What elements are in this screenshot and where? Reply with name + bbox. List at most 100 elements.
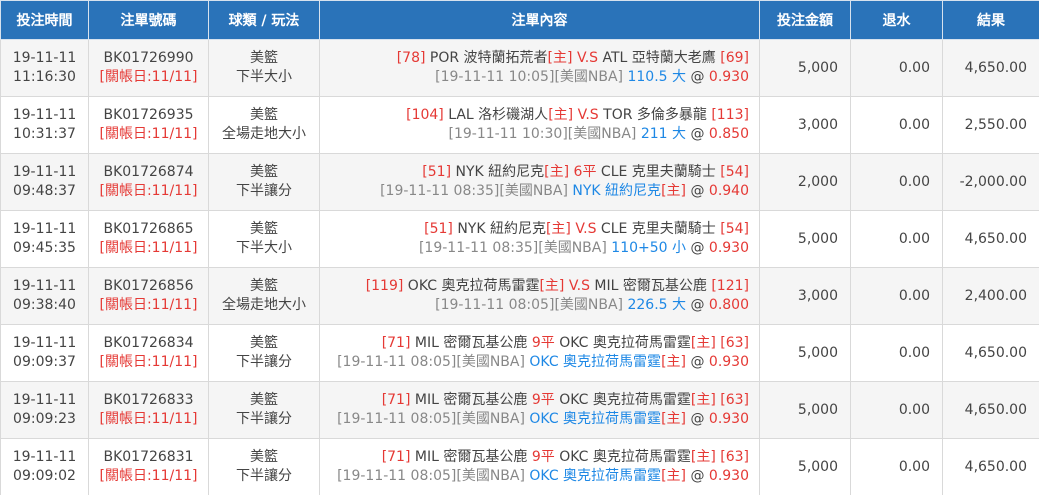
bet-odds: 0.930 <box>708 240 749 256</box>
bet-type: 下半大小 <box>236 240 292 256</box>
sport-type-cell: 美籃 全場走地大小 <box>208 96 320 154</box>
ticket-number: BK01726990 <box>103 50 194 66</box>
home-rotation-number: [71] <box>381 335 411 351</box>
pick-home-marker: [主] <box>661 411 686 427</box>
away-rotation-number: [63] <box>720 449 749 465</box>
bet-type: 全場走地大小 <box>222 126 306 142</box>
bet-content-cell: [104] LAL 洛杉磯湖人[主] V.S TOR 多倫多暴龍 [113] [… <box>319 96 760 154</box>
bet-clock-time: 09:09:23 <box>13 411 76 427</box>
bet-content-cell: [71] MIL 密爾瓦基公鹿 9平 OKC 奧克拉荷馬雷霆[主] [63] [… <box>319 381 760 439</box>
ticket-cell: BK01726833 [關帳日:11/11] <box>88 381 209 439</box>
team-home: MIL 密爾瓦基公鹿 <box>414 335 528 351</box>
bet-time-cell: 19-11-11 09:48:37 <box>0 153 89 211</box>
ticket-cell: BK01726834 [關帳日:11/11] <box>88 324 209 382</box>
home-rotation-number: [78] <box>396 50 426 66</box>
bet-odds: 0.800 <box>708 297 749 313</box>
team-home: MIL 密爾瓦基公鹿 <box>414 449 528 465</box>
table-body: 19-11-11 11:16:30 BK01726990 [關帳日:11/11]… <box>0 39 1039 495</box>
bet-pick: NYK 紐約尼克 <box>572 183 662 199</box>
settle-date: [關帳日:11/11] <box>99 411 198 427</box>
home-marker: [主] <box>690 449 716 465</box>
home-marker: [主] <box>548 107 574 123</box>
ticket-number: BK01726935 <box>103 107 194 123</box>
bet-odds: 0.930 <box>708 354 749 370</box>
sport-name: 美籃 <box>250 449 278 465</box>
result-value: -2,000.00 <box>942 153 1039 211</box>
versus-handicap: V.S <box>568 278 590 294</box>
ticket-number: BK01726856 <box>103 278 194 294</box>
result-value: 4,650.00 <box>942 381 1039 439</box>
pick-line: [19-11-11 08:05][美國NBA] OKC 奧克拉荷馬雷霆[主] @… <box>320 353 749 372</box>
bet-odds: 0.850 <box>708 126 749 142</box>
at-sign: @ <box>690 183 705 199</box>
team-home: POR 波特蘭拓荒者 <box>429 50 548 66</box>
sport-name: 美籃 <box>250 164 278 180</box>
away-rotation-number: [69] <box>720 50 749 66</box>
rebate-value: 0.00 <box>850 438 943 495</box>
matchup-line: [104] LAL 洛杉磯湖人[主] V.S TOR 多倫多暴龍 [113] <box>320 106 749 125</box>
bet-clock-time: 09:48:37 <box>13 183 76 199</box>
header-result: 結果 <box>942 0 1039 40</box>
versus-handicap: 9平 <box>531 335 555 351</box>
bet-date: 19-11-11 <box>12 50 77 66</box>
matchup-line: [78] POR 波特蘭拓荒者[主] V.S ATL 亞特蘭大老鷹 [69] <box>320 49 749 68</box>
league-name: [美國NBA] <box>456 468 525 484</box>
bet-clock-time: 10:31:37 <box>13 126 76 142</box>
pick-home-marker: [主] <box>661 468 686 484</box>
pick-line: [19-11-11 08:05][美國NBA] 226.5 大 @ 0.800 <box>320 296 749 315</box>
table-row: 19-11-11 09:38:40 BK01726856 [關帳日:11/11]… <box>0 267 1039 325</box>
rebate-value: 0.00 <box>850 210 943 268</box>
pick-home-marker: [主] <box>661 183 686 199</box>
bet-date: 19-11-11 <box>12 164 77 180</box>
pick-line: [19-11-11 10:05][美國NBA] 110.5 大 @ 0.930 <box>320 68 749 87</box>
result-value: 2,400.00 <box>942 267 1039 325</box>
sport-name: 美籃 <box>250 107 278 123</box>
rebate-value: 0.00 <box>850 381 943 439</box>
ticket-cell: BK01726990 [關帳日:11/11] <box>88 39 209 97</box>
team-away: CLE 克里夫蘭騎士 <box>600 221 716 237</box>
home-marker: [主] <box>690 335 716 351</box>
header-bet-content: 注單內容 <box>319 0 760 40</box>
header-bet-time: 投注時間 <box>0 0 89 40</box>
bet-time-cell: 19-11-11 09:09:23 <box>0 381 89 439</box>
home-rotation-number: [104] <box>406 107 444 123</box>
home-rotation-number: [51] <box>422 164 452 180</box>
bet-odds: 0.930 <box>708 69 749 85</box>
settle-date: [關帳日:11/11] <box>99 297 198 313</box>
table-row: 19-11-11 10:31:37 BK01726935 [關帳日:11/11]… <box>0 96 1039 154</box>
sport-type-cell: 美籃 下半大小 <box>208 39 320 97</box>
bet-date: 19-11-11 <box>12 221 77 237</box>
bet-amount: 2,000 <box>759 153 851 211</box>
result-value: 4,650.00 <box>942 438 1039 495</box>
match-time: [19-11-11 08:05] <box>435 297 555 313</box>
at-sign: @ <box>690 240 705 256</box>
home-marker: [主] <box>545 221 571 237</box>
settle-date: [關帳日:11/11] <box>99 468 198 484</box>
bet-odds: 0.940 <box>708 183 749 199</box>
header-rebate: 退水 <box>850 0 943 40</box>
settle-date: [關帳日:11/11] <box>99 354 198 370</box>
team-home: OKC 奧克拉荷馬雷霆 <box>407 278 540 294</box>
bet-type: 下半大小 <box>236 69 292 85</box>
settle-date: [關帳日:11/11] <box>99 126 198 142</box>
away-rotation-number: [63] <box>720 335 749 351</box>
at-sign: @ <box>690 69 705 85</box>
away-rotation-number: [54] <box>720 164 749 180</box>
home-rotation-number: [51] <box>424 221 453 237</box>
match-time: [19-11-11 10:30] <box>448 126 568 142</box>
bet-type: 下半讓分 <box>236 468 292 484</box>
table-row: 19-11-11 11:16:30 BK01726990 [關帳日:11/11]… <box>0 39 1039 97</box>
bet-amount: 5,000 <box>759 210 851 268</box>
team-home: NYK 紐約尼克 <box>457 221 546 237</box>
pick-line: [19-11-11 10:30][美國NBA] 211 大 @ 0.850 <box>320 125 749 144</box>
league-name: [美國NBA] <box>456 411 525 427</box>
ticket-number: BK01726874 <box>103 164 194 180</box>
bet-odds: 0.930 <box>708 468 749 484</box>
bet-pick: 110+50 小 <box>611 240 686 256</box>
away-rotation-number: [113] <box>711 107 749 123</box>
versus-handicap: 9平 <box>531 449 555 465</box>
team-away: OKC 奧克拉荷馬雷霆 <box>559 449 691 465</box>
bet-time-cell: 19-11-11 09:09:02 <box>0 438 89 495</box>
bet-time-cell: 19-11-11 09:38:40 <box>0 267 89 325</box>
home-marker: [主] <box>690 392 716 408</box>
